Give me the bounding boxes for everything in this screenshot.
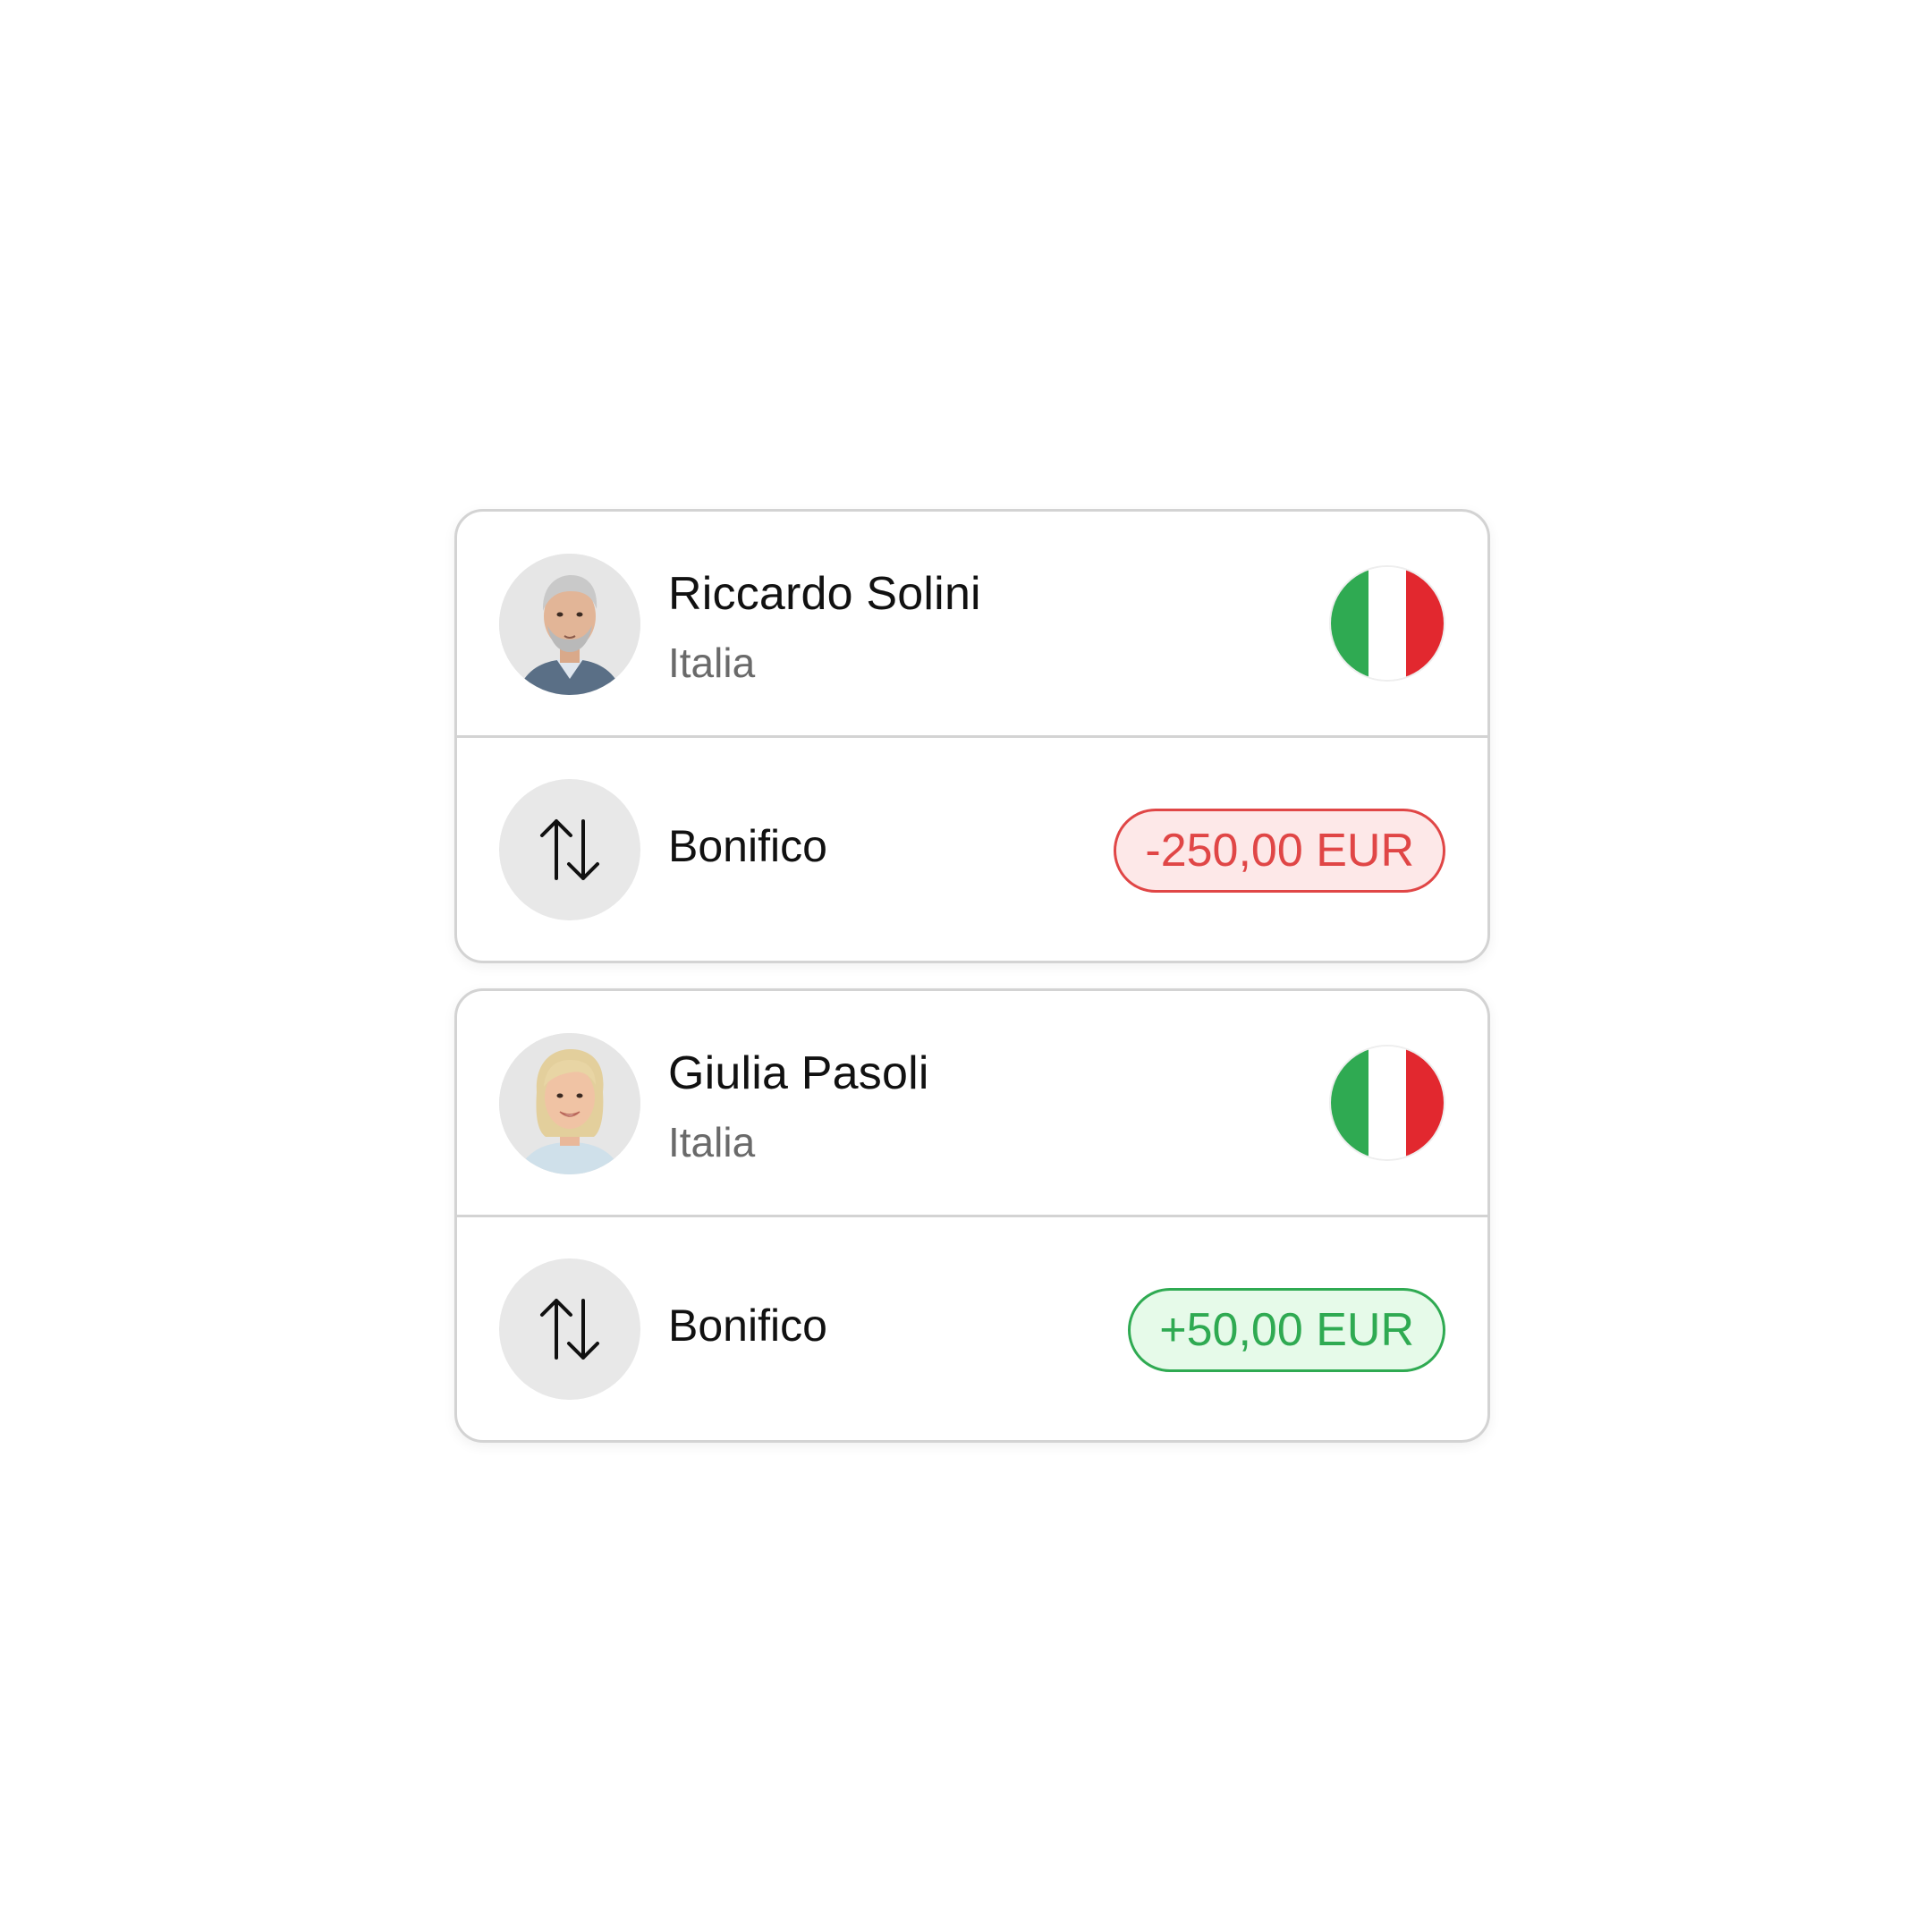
avatar-man-photo [499,554,640,695]
amount-badge: -250,00 EUR [1114,809,1445,893]
payment-row[interactable]: Bonifico +50,00 EUR [457,1217,1487,1440]
transfer-arrows-icon [499,779,640,920]
contact-country: Italia [668,1119,756,1165]
payment-row[interactable]: Bonifico -250,00 EUR [457,738,1487,961]
transaction-card[interactable]: Giulia Pasoli Italia Bonifico +50,00 EUR [454,988,1490,1443]
contact-name: Giulia Pasoli [668,1047,929,1099]
payment-method-label: Bonifico [668,1301,827,1351]
transactions-stage: Riccardo Solini Italia Bonifico -250,00 … [0,0,1932,1932]
payment-method-label: Bonifico [668,821,827,871]
amount-badge: +50,00 EUR [1128,1288,1445,1372]
italy-flag-icon [1329,565,1445,682]
transaction-card[interactable]: Riccardo Solini Italia Bonifico -250,00 … [454,509,1490,963]
italy-flag-icon [1329,1045,1445,1161]
contact-row[interactable]: Giulia Pasoli Italia [457,991,1487,1217]
transfer-arrows-icon [499,1258,640,1400]
contact-name: Riccardo Solini [668,568,981,620]
contact-row[interactable]: Riccardo Solini Italia [457,512,1487,738]
avatar-woman-photo [499,1033,640,1174]
avatar [499,1033,640,1174]
contact-country: Italia [668,640,756,686]
avatar [499,554,640,695]
